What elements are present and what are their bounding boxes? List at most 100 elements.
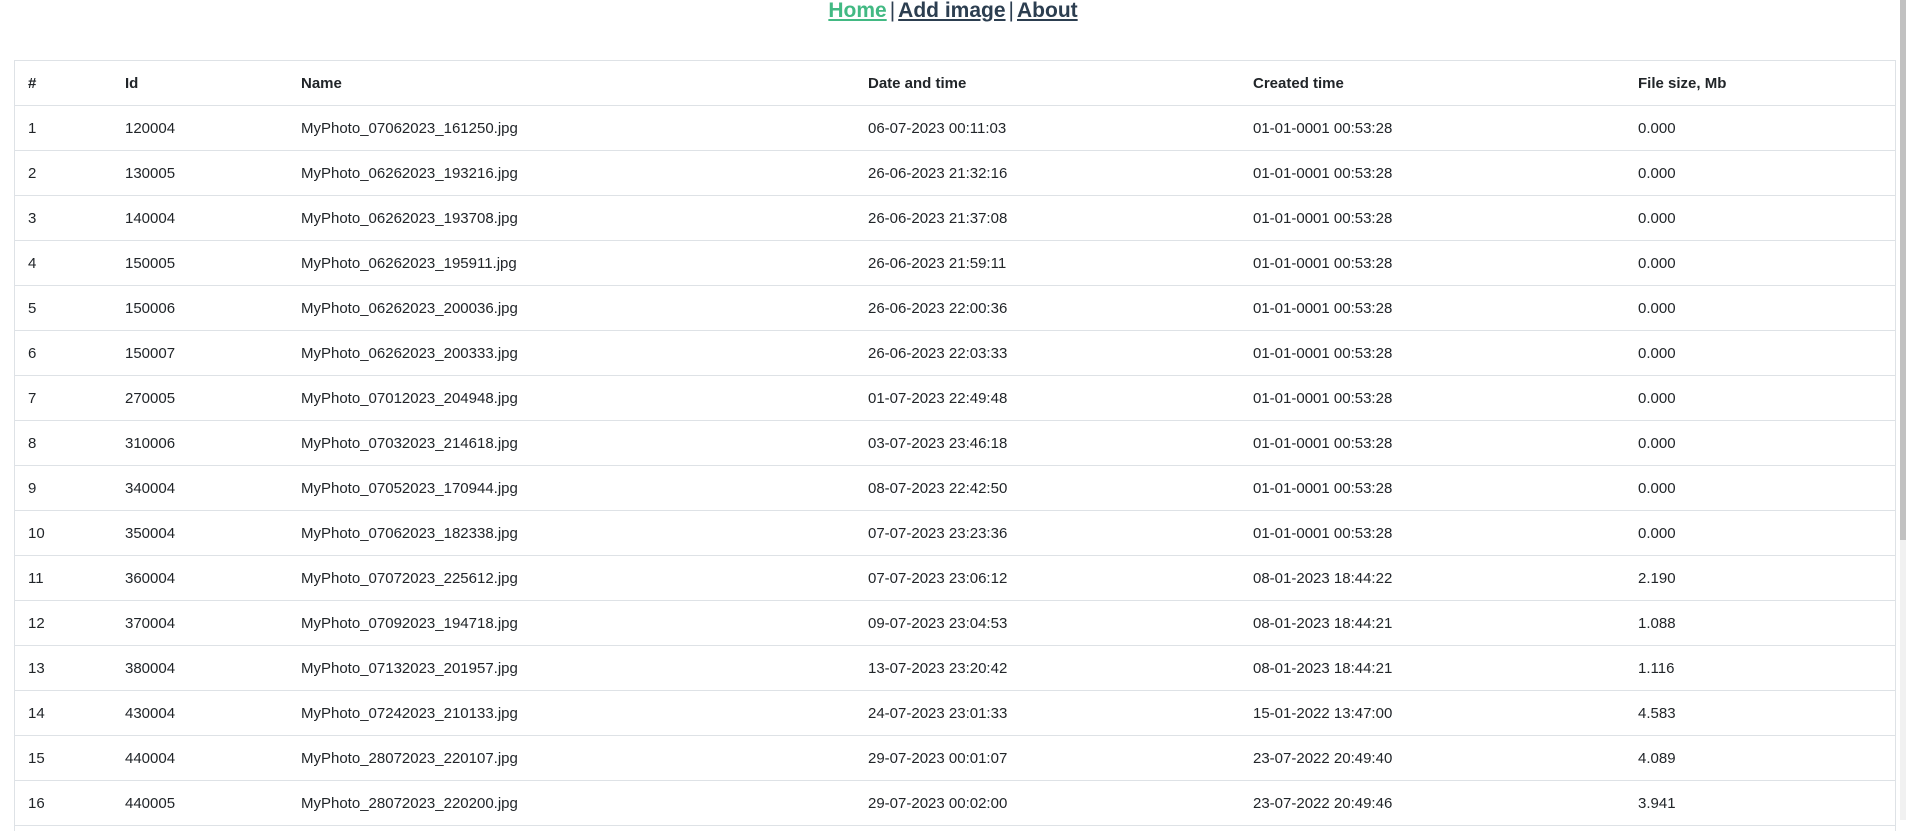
cell-date-time: 08-07-2023 22:42:50 — [855, 465, 1240, 511]
table-row[interactable]: 15 440004 MyPhoto_28072023_220107.jpg 29-07… — [15, 735, 1895, 781]
cell-created-time: 08-01-2023 18:44:22 — [1240, 555, 1625, 601]
cell-id: 380004 — [112, 645, 288, 691]
cell-id: 130005 — [112, 150, 288, 196]
cell-file-size: 0.000 — [1625, 240, 1895, 286]
cell-index: 8 — [15, 420, 112, 466]
nav-separator: | — [1008, 0, 1014, 22]
column-header-date-time: Date and time — [855, 61, 1240, 106]
table-body: 1 120004 MyPhoto_07062023_161250.jpg 06-07-… — [15, 105, 1895, 826]
cell-date-time: 06-07-2023 00:11:03 — [855, 105, 1240, 151]
cell-name: MyPhoto_06262023_195911.jpg — [288, 240, 855, 286]
cell-id: 150007 — [112, 330, 288, 376]
cell-index: 7 — [15, 375, 112, 421]
cell-id: 140004 — [112, 195, 288, 241]
cell-file-size: 0.000 — [1625, 510, 1895, 556]
table-row[interactable]: 6 150007 MyPhoto_06262023_200333.jpg 26-06-… — [15, 330, 1895, 376]
scrollbar-thumb[interactable] — [1900, 0, 1906, 540]
cell-index: 13 — [15, 645, 112, 691]
table-row[interactable]: 5 150006 MyPhoto_06262023_200036.jpg 26-06-… — [15, 285, 1895, 331]
cell-date-time: 29-07-2023 00:01:07 — [855, 735, 1240, 781]
cell-date-time: 26-06-2023 22:00:36 — [855, 285, 1240, 331]
cell-name: MyPhoto_07092023_194718.jpg — [288, 600, 855, 646]
cell-date-time: 24-07-2023 23:01:33 — [855, 690, 1240, 736]
cell-file-size: 1.116 — [1625, 645, 1895, 691]
column-header-created-time: Created time — [1240, 61, 1625, 106]
nav-home-link[interactable]: Home — [828, 0, 886, 22]
cell-date-time: 09-07-2023 23:04:53 — [855, 600, 1240, 646]
table-row[interactable]: 8 310006 MyPhoto_07032023_214618.jpg 03-07-… — [15, 420, 1895, 466]
cell-created-time: 01-01-0001 00:53:28 — [1240, 375, 1625, 421]
cell-file-size: 1.088 — [1625, 600, 1895, 646]
cell-file-size: 0.000 — [1625, 285, 1895, 331]
cell-created-time: 01-01-0001 00:53:28 — [1240, 420, 1625, 466]
table-row[interactable]: 14 430004 MyPhoto_07242023_210133.jpg 24-07… — [15, 690, 1895, 736]
table-row[interactable]: 4 150005 MyPhoto_06262023_195911.jpg 26-06-… — [15, 240, 1895, 286]
table-row[interactable]: 12 370004 MyPhoto_07092023_194718.jpg 09-07… — [15, 600, 1895, 646]
nav-about-link[interactable]: About — [1017, 0, 1078, 22]
cell-file-size: 0.000 — [1625, 330, 1895, 376]
table-row[interactable]: 11 360004 MyPhoto_07072023_225612.jpg 07-07… — [15, 555, 1895, 601]
cell-id: 430004 — [112, 690, 288, 736]
cell-name: MyPhoto_07052023_170944.jpg — [288, 465, 855, 511]
cell-created-time: 01-01-0001 00:53:28 — [1240, 285, 1625, 331]
cell-file-size: 0.000 — [1625, 465, 1895, 511]
cell-name: MyPhoto_06262023_193708.jpg — [288, 195, 855, 241]
cell-file-size: 4.089 — [1625, 735, 1895, 781]
cell-id: 270005 — [112, 375, 288, 421]
table-row[interactable]: 1 120004 MyPhoto_07062023_161250.jpg 06-07-… — [15, 105, 1895, 151]
cell-created-time: 01-01-0001 00:53:28 — [1240, 465, 1625, 511]
cell-index: 15 — [15, 735, 112, 781]
nav-add-image-link[interactable]: Add image — [898, 0, 1005, 22]
cell-date-time: 01-07-2023 22:49:48 — [855, 375, 1240, 421]
cell-index: 6 — [15, 330, 112, 376]
cell-index: 14 — [15, 690, 112, 736]
cell-created-time: 23-07-2022 20:49:46 — [1240, 780, 1625, 826]
cell-id: 370004 — [112, 600, 288, 646]
cell-file-size: 0.000 — [1625, 105, 1895, 151]
top-nav: Home | Add image | About — [0, 0, 1906, 26]
table-row[interactable]: 9 340004 MyPhoto_07052023_170944.jpg 08-07-… — [15, 465, 1895, 511]
cell-date-time: 26-06-2023 21:59:11 — [855, 240, 1240, 286]
cell-index: 12 — [15, 600, 112, 646]
cell-id: 150006 — [112, 285, 288, 331]
cell-id: 350004 — [112, 510, 288, 556]
cell-date-time: 29-07-2023 00:02:00 — [855, 780, 1240, 826]
cell-index: 1 — [15, 105, 112, 151]
cell-id: 360004 — [112, 555, 288, 601]
column-header-index: # — [15, 61, 112, 106]
cell-name: MyPhoto_06262023_200333.jpg — [288, 330, 855, 376]
cell-name: MyPhoto_07132023_201957.jpg — [288, 645, 855, 691]
cell-file-size: 2.190 — [1625, 555, 1895, 601]
cell-file-size: 0.000 — [1625, 420, 1895, 466]
cell-date-time: 07-07-2023 23:06:12 — [855, 555, 1240, 601]
page-scrollbar[interactable] — [1900, 0, 1906, 820]
table-row[interactable]: 16 440005 MyPhoto_28072023_220200.jpg 29-07… — [15, 780, 1895, 826]
cell-created-time: 01-01-0001 00:53:28 — [1240, 150, 1625, 196]
cell-name: MyPhoto_28072023_220107.jpg — [288, 735, 855, 781]
cell-created-time: 01-01-0001 00:53:28 — [1240, 105, 1625, 151]
cell-id: 440005 — [112, 780, 288, 826]
cell-index: 10 — [15, 510, 112, 556]
table-row[interactable]: 7 270005 MyPhoto_07012023_204948.jpg 01-07-… — [15, 375, 1895, 421]
cell-file-size: 0.000 — [1625, 195, 1895, 241]
nav-separator: | — [889, 0, 896, 22]
table-row[interactable]: 2 130005 MyPhoto_06262023_193216.jpg 26-06-… — [15, 150, 1895, 196]
column-header-file-size: File size, Mb — [1625, 61, 1895, 106]
column-header-id: Id — [112, 61, 288, 106]
table-row[interactable]: 10 350004 MyPhoto_07062023_182338.jpg 07-07… — [15, 510, 1895, 556]
cell-index: 16 — [15, 780, 112, 826]
images-table-container: # Id Name Date and time Created time Fil… — [14, 60, 1896, 831]
cell-name: MyPhoto_07032023_214618.jpg — [288, 420, 855, 466]
table-row[interactable]: 13 380004 MyPhoto_07132023_201957.jpg 13-07… — [15, 645, 1895, 691]
cell-index: 11 — [15, 555, 112, 601]
cell-id: 340004 — [112, 465, 288, 511]
cell-name: MyPhoto_06262023_200036.jpg — [288, 285, 855, 331]
cell-id: 120004 — [112, 105, 288, 151]
cell-name: MyPhoto_07062023_161250.jpg — [288, 105, 855, 151]
cell-index: 5 — [15, 285, 112, 331]
table-row[interactable]: 3 140004 MyPhoto_06262023_193708.jpg 26-06-… — [15, 195, 1895, 241]
cell-name: MyPhoto_06262023_193216.jpg — [288, 150, 855, 196]
cell-file-size: 4.583 — [1625, 690, 1895, 736]
cell-index: 4 — [15, 240, 112, 286]
cell-created-time: 01-01-0001 00:53:28 — [1240, 510, 1625, 556]
